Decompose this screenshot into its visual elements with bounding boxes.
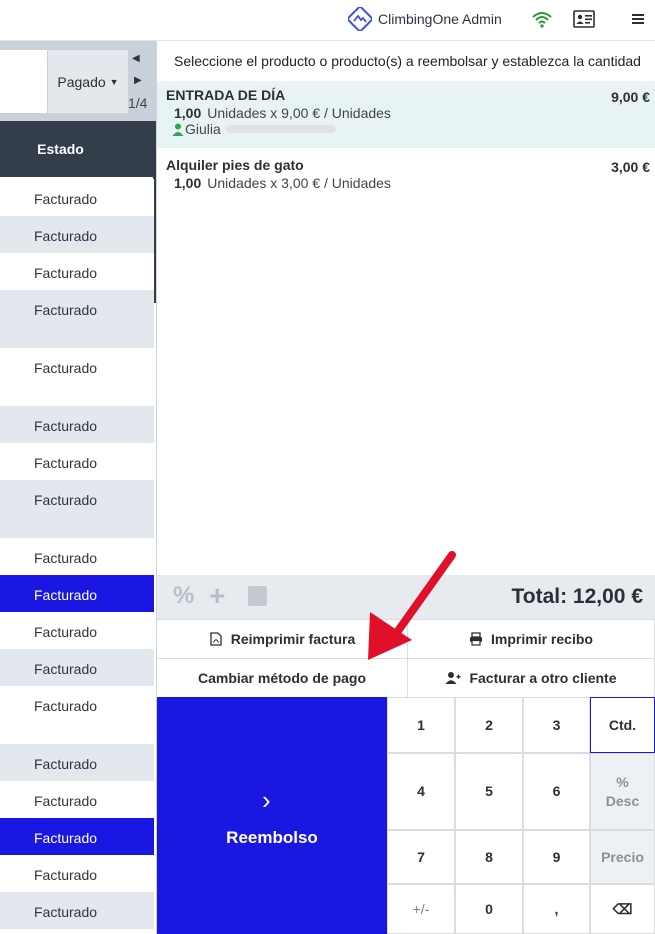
table-row[interactable]: Facturado [0, 179, 154, 216]
filter-row: Pagado ▼ ◀ ▶ 1/4 [0, 41, 156, 121]
logo-icon [348, 7, 372, 31]
pager-next-icon[interactable]: ▶ [134, 75, 142, 86]
redacted-text [225, 125, 336, 133]
key-8[interactable]: 8 [455, 830, 523, 884]
status-filter-value: Pagado [57, 73, 106, 90]
invoice-rows: Facturado Facturado Facturado Facturado Fact… [0, 179, 154, 929]
key-decimal[interactable]: , [523, 884, 590, 934]
item-name: Alquiler pies de gato [166, 157, 304, 173]
instruction-text: Seleccione el producto o producto(s) a r… [174, 53, 641, 69]
table-row[interactable]: Facturado [0, 216, 154, 253]
column-header-status[interactable]: Estado [0, 121, 156, 177]
search-input[interactable] [0, 50, 47, 113]
key-1[interactable]: 1 [387, 697, 455, 753]
brand[interactable]: ClimbingOne Admin [348, 6, 502, 32]
total-amount: Total: 12,00 € [511, 585, 644, 608]
wifi-icon[interactable] [531, 9, 553, 29]
percent-icon[interactable]: % [173, 584, 194, 608]
item-name: ENTRADA DE DÍA [166, 87, 286, 103]
item-quantity-line: 1,00 Unidades x 3,00 € / Unidades [166, 175, 646, 191]
item-price: 3,00 € [611, 159, 650, 175]
key-quantity-mode[interactable]: Ctd. [590, 697, 655, 753]
table-row[interactable]: Facturado [0, 818, 154, 855]
item-quantity: 1,00 [174, 105, 202, 121]
table-row[interactable]: Facturado [0, 406, 154, 443]
key-0[interactable]: 0 [455, 884, 523, 934]
table-row[interactable]: Facturado [0, 855, 154, 892]
pager-count: 1/4 [128, 95, 148, 111]
refund-button[interactable]: › Reembolso [157, 697, 387, 934]
backspace-icon[interactable]: ⌫ [590, 884, 655, 934]
status-filter-dropdown[interactable]: Pagado ▼ [48, 50, 128, 113]
refund-line-item[interactable]: Alquiler pies de gato 3,00 € 1,00 Unidade… [157, 151, 655, 201]
print-receipt-button[interactable]: Imprimir recibo [408, 619, 655, 659]
item-quantity-line: 1,00 Unidades x 9,00 € / Unidades [166, 105, 646, 121]
key-plus-minus[interactable]: +/- [387, 884, 455, 934]
change-payment-method-button[interactable]: Cambiar método de pago [157, 658, 408, 698]
discount-percent-label: % [616, 774, 629, 791]
item-customer: Giulia [166, 121, 646, 137]
reprint-invoice-button[interactable]: Reimprimir factura [157, 619, 408, 659]
table-row[interactable]: Facturado [0, 781, 154, 818]
table-row[interactable]: Facturado [0, 744, 154, 781]
table-row[interactable]: Facturado [0, 649, 154, 686]
table-row[interactable]: Facturado [0, 538, 154, 575]
key-7[interactable]: 7 [387, 830, 455, 884]
key-price-mode[interactable]: Precio [590, 830, 655, 884]
note-icon[interactable] [248, 586, 267, 606]
key-discount-mode[interactable]: % Desc [590, 753, 655, 830]
menu-icon[interactable] [627, 9, 649, 29]
item-price: 9,00 € [611, 89, 650, 105]
key-9[interactable]: 9 [523, 830, 590, 884]
id-card-icon[interactable] [573, 9, 595, 29]
key-2[interactable]: 2 [455, 697, 523, 753]
refund-panel: Seleccione el producto o producto(s) a r… [157, 41, 655, 934]
item-unit-detail: Unidades x 3,00 € / Unidades [207, 175, 391, 191]
chevron-down-icon: ▼ [109, 76, 119, 87]
printer-icon [470, 632, 483, 646]
refund-button-label: Reembolso [226, 828, 318, 847]
refund-line-item[interactable]: ENTRADA DE DÍA 9,00 € 1,00 Unidades x 9,0… [157, 81, 655, 148]
table-row[interactable]: Facturado [0, 686, 154, 744]
total-bar: % + Total: 12,00 € [157, 575, 655, 619]
user-plus-icon [445, 672, 461, 684]
item-quantity: 1,00 [174, 175, 202, 191]
chevron-right-icon: › [262, 785, 271, 815]
top-bar: ClimbingOne Admin [0, 0, 655, 41]
key-6[interactable]: 6 [523, 753, 590, 830]
user-icon [172, 123, 184, 136]
table-row[interactable]: Facturado [0, 892, 154, 929]
table-row[interactable]: Facturado [0, 612, 154, 649]
table-row[interactable]: Facturado [0, 348, 154, 406]
plus-icon[interactable]: + [209, 582, 225, 610]
invoice-other-customer-button[interactable]: Facturar a otro cliente [408, 658, 655, 698]
pager-prev-icon[interactable]: ◀ [132, 53, 140, 64]
table-row[interactable]: Facturado [0, 575, 154, 612]
item-unit-detail: Unidades x 9,00 € / Unidades [207, 105, 391, 121]
table-row[interactable]: Facturado [0, 290, 154, 348]
customer-name: Giulia [185, 121, 221, 137]
table-row[interactable]: Facturado [0, 253, 154, 290]
table-row[interactable]: Facturado [0, 443, 154, 480]
key-4[interactable]: 4 [387, 753, 455, 830]
pdf-file-icon [210, 632, 222, 646]
invoice-list-panel: Pagado ▼ ◀ ▶ 1/4 Estado Facturado Factura… [0, 41, 157, 934]
discount-label: Desc [605, 792, 640, 809]
app-title: ClimbingOne Admin [378, 11, 502, 27]
key-5[interactable]: 5 [455, 753, 523, 830]
key-3[interactable]: 3 [523, 697, 590, 753]
table-row[interactable]: Facturado [0, 480, 154, 538]
